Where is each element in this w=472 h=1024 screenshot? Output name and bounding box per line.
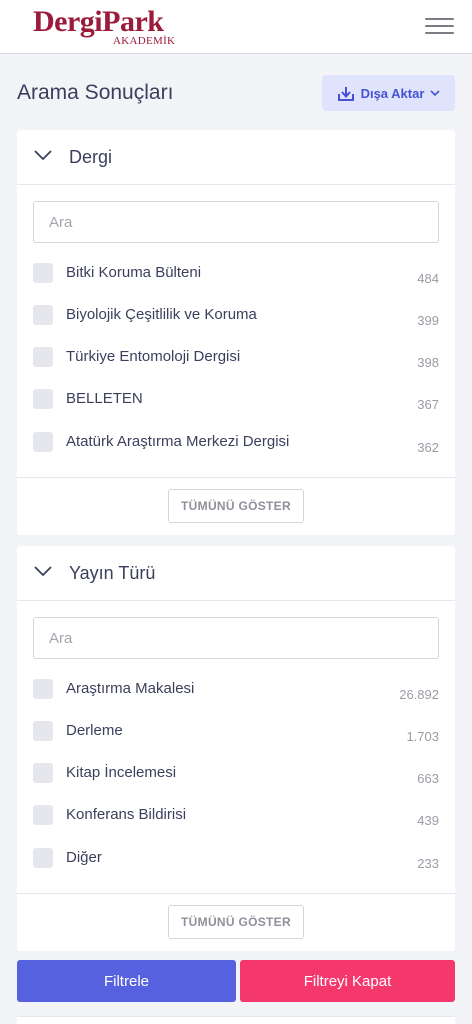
- list-item-count: 1.703: [406, 729, 439, 744]
- list-item-count: 398: [417, 355, 439, 370]
- filter-card-header[interactable]: Yayın Türü: [17, 546, 455, 601]
- page-title: Arama Sonuçları: [17, 81, 174, 104]
- list-item[interactable]: Bitki Koruma Bülteni 484: [33, 263, 439, 297]
- checkbox[interactable]: [33, 305, 53, 325]
- list-item-count: 439: [417, 813, 439, 828]
- export-button[interactable]: Dışa Aktar: [322, 75, 455, 111]
- list-item-label: Konferans Bildirisi: [66, 806, 187, 823]
- list-item-count: 484: [417, 271, 439, 286]
- chevron-down-icon: [34, 566, 52, 577]
- filter-card-yayin-turu: Yayın Türü Araştırma Makalesi 26.892 Der…: [17, 546, 455, 951]
- checkbox[interactable]: [33, 263, 53, 283]
- list-item-label: Derleme: [66, 722, 123, 739]
- list-item-label: BELLETEN: [66, 390, 143, 407]
- checkbox[interactable]: [33, 347, 53, 367]
- search-input[interactable]: [33, 201, 439, 243]
- checkbox[interactable]: [33, 805, 53, 825]
- list-item-label: Diğer: [66, 849, 102, 866]
- show-all-button[interactable]: TÜMÜNÜ GÖSTER: [168, 905, 304, 939]
- hamburger-icon[interactable]: [425, 16, 454, 36]
- chevron-down-icon: [430, 89, 440, 96]
- list-item-count: 663: [417, 771, 439, 786]
- search-input[interactable]: [33, 617, 439, 659]
- logo-sub-text: AKADEMİK: [113, 35, 176, 47]
- list-item-count: 26.892: [399, 687, 439, 702]
- list-item[interactable]: BELLETEN 367: [33, 389, 439, 423]
- list-item-count: 367: [417, 397, 439, 412]
- next-card-edge: [17, 1016, 455, 1024]
- chevron-down-icon: [34, 150, 52, 161]
- list-item[interactable]: Konferans Bildirisi 439: [33, 805, 439, 839]
- list-item-count: 233: [417, 856, 439, 871]
- dergipark-logo[interactable]: DergiPark AKADEMİK: [33, 5, 183, 49]
- list-item[interactable]: Atatürk Araştırma Merkezi Dergisi 362: [33, 432, 439, 466]
- checkbox[interactable]: [33, 721, 53, 741]
- list-item-label: Araştırma Makalesi: [66, 680, 195, 697]
- list-item-count: 362: [417, 440, 439, 455]
- filter-card-title: Yayın Türü: [69, 563, 156, 583]
- list-item[interactable]: Araştırma Makalesi 26.892: [33, 679, 439, 713]
- checkbox[interactable]: [33, 432, 53, 452]
- checkbox[interactable]: [33, 679, 53, 699]
- download-icon: [337, 86, 354, 101]
- export-label: Dışa Aktar: [360, 85, 425, 101]
- list-item[interactable]: Türkiye Entomoloji Dergisi 398: [33, 347, 439, 381]
- list-item[interactable]: Kitap İncelemesi 663: [33, 763, 439, 797]
- list-item-label: Bitki Koruma Bülteni: [66, 264, 202, 281]
- logo-brand-text: DergiPark: [33, 5, 164, 38]
- filter-card-title: Dergi: [69, 147, 113, 167]
- filter-button[interactable]: Filtrele: [17, 960, 236, 1002]
- filter-card-header[interactable]: Dergi: [17, 130, 455, 185]
- list-item-label: Atatürk Araştırma Merkezi Dergisi: [66, 433, 290, 450]
- checkbox[interactable]: [33, 389, 53, 409]
- checkbox[interactable]: [33, 763, 53, 783]
- list-item-label: Biyolojik Çeşitlilik ve Koruma: [66, 306, 257, 323]
- checkbox[interactable]: [33, 848, 53, 868]
- list-item-label: Türkiye Entomoloji Dergisi: [66, 348, 241, 365]
- list-item[interactable]: Biyolojik Çeşitlilik ve Koruma 399: [33, 305, 439, 339]
- show-all-button[interactable]: TÜMÜNÜ GÖSTER: [168, 489, 304, 523]
- close-filter-button[interactable]: Filtreyi Kapat: [240, 960, 455, 1002]
- list-item-count: 399: [417, 313, 439, 328]
- list-item[interactable]: Derleme 1.703: [33, 721, 439, 755]
- list-item[interactable]: Diğer 233: [33, 848, 439, 882]
- list-item-label: Kitap İncelemesi: [66, 764, 177, 781]
- divider: [17, 477, 455, 478]
- filter-card-dergi: Dergi Bitki Koruma Bülteni 484 Biyolojik…: [17, 130, 455, 535]
- divider: [17, 893, 455, 894]
- top-bar: DergiPark AKADEMİK: [0, 0, 472, 54]
